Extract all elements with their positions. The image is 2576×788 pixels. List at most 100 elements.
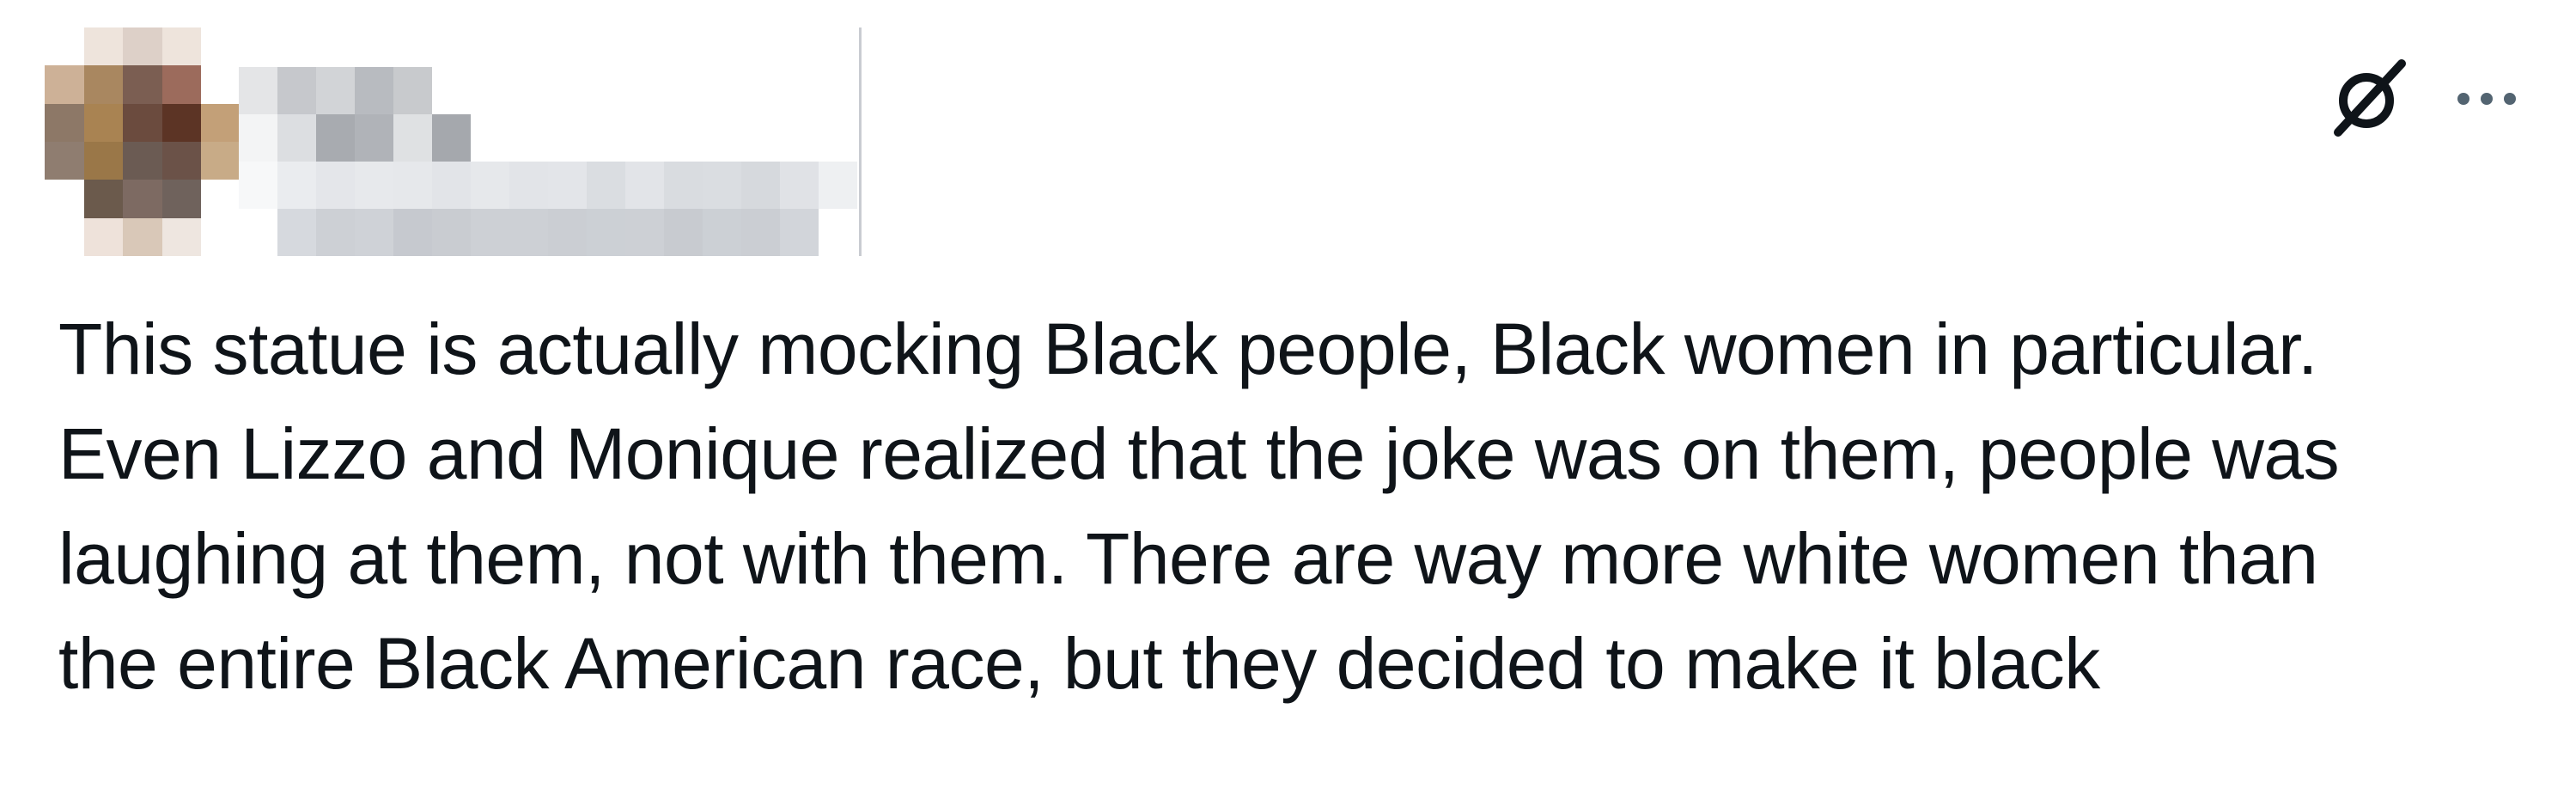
mosaic-cell xyxy=(161,217,202,256)
mosaic-cell xyxy=(355,162,393,209)
mosaic-cell xyxy=(664,209,703,256)
post-text: This statue is actually mocking Black pe… xyxy=(58,296,2549,716)
mosaic-cell xyxy=(471,114,509,162)
mosaic-cell xyxy=(201,217,241,256)
mosaic-cell xyxy=(277,209,316,256)
mosaic-cell xyxy=(83,103,124,142)
post-text-line: the entire Black American race, but they… xyxy=(58,623,2100,704)
mosaic-cell xyxy=(45,141,84,180)
mosaic-cell xyxy=(161,65,202,104)
mosaic-cell xyxy=(45,217,84,256)
mosaic-cell xyxy=(316,114,355,162)
mosaic-cell xyxy=(161,27,202,66)
mosaic-cell xyxy=(625,162,664,209)
mosaic-cell xyxy=(587,209,625,256)
mosaic-cell xyxy=(432,114,471,162)
mosaic-cell xyxy=(548,67,587,114)
mosaic-cell xyxy=(819,67,857,114)
mosaic-cell xyxy=(277,162,316,209)
mosaic-cell xyxy=(780,114,819,162)
mosaic-cell xyxy=(625,67,664,114)
mosaic-cell xyxy=(548,209,587,256)
mosaic-cell xyxy=(45,103,84,142)
mosaic-cell xyxy=(780,209,819,256)
mosaic-cell xyxy=(471,209,509,256)
mosaic-cell xyxy=(780,67,819,114)
mosaic-cell xyxy=(201,27,241,66)
mosaic-cell xyxy=(83,27,124,66)
mosaic-cell xyxy=(83,141,124,180)
mosaic-cell xyxy=(819,114,857,162)
post-text-line: This statue is actually mocking Black pe… xyxy=(58,308,2317,389)
mosaic-cell xyxy=(123,217,162,256)
mosaic-cell xyxy=(83,65,124,104)
more-options-icon[interactable] xyxy=(2448,77,2525,120)
mosaic-cell xyxy=(316,67,355,114)
mosaic-cell xyxy=(587,114,625,162)
mosaic-cell xyxy=(819,209,857,256)
mosaic-cell xyxy=(741,114,780,162)
mosaic-cell xyxy=(625,209,664,256)
mosaic-cell xyxy=(355,67,393,114)
mosaic-cell xyxy=(201,141,241,180)
mosaic-cell xyxy=(277,67,316,114)
mosaic-cell xyxy=(509,67,548,114)
mosaic-cell xyxy=(548,162,587,209)
mosaic-cell xyxy=(316,162,355,209)
divider xyxy=(859,27,862,256)
mosaic-cell xyxy=(201,65,241,104)
post-header xyxy=(0,0,2576,275)
mosaic-cell xyxy=(393,114,432,162)
mosaic-cell xyxy=(45,27,84,66)
mosaic-cell xyxy=(161,141,202,180)
mosaic-cell xyxy=(316,209,355,256)
mosaic-cell xyxy=(509,114,548,162)
mosaic-cell xyxy=(664,114,703,162)
mosaic-cell xyxy=(703,162,741,209)
mosaic-cell xyxy=(741,209,780,256)
mosaic-cell xyxy=(123,27,162,66)
mosaic-cell xyxy=(45,180,84,218)
mosaic-cell xyxy=(587,67,625,114)
mosaic-cell xyxy=(201,180,241,218)
mosaic-cell xyxy=(548,114,587,162)
mosaic-cell xyxy=(703,114,741,162)
mosaic-cell xyxy=(509,162,548,209)
mosaic-cell xyxy=(239,209,277,256)
post-card: This statue is actually mocking Black pe… xyxy=(0,0,2576,788)
mosaic-cell xyxy=(161,103,202,142)
grok-icon[interactable] xyxy=(2319,53,2414,148)
mosaic-cell xyxy=(83,217,124,256)
mosaic-cell xyxy=(239,162,277,209)
mosaic-cell xyxy=(432,209,471,256)
mosaic-cell xyxy=(239,67,277,114)
mosaic-cell xyxy=(471,162,509,209)
post-text-line: Even Lizzo and Monique realized that the… xyxy=(58,413,2340,494)
post-text-line: laughing at them, not with them. There a… xyxy=(58,518,2318,599)
author-identity-censored[interactable] xyxy=(239,67,857,256)
mosaic-cell xyxy=(780,162,819,209)
mosaic-cell xyxy=(123,141,162,180)
mosaic-cell xyxy=(471,67,509,114)
mosaic-cell xyxy=(45,65,84,104)
mosaic-cell xyxy=(587,162,625,209)
mosaic-cell xyxy=(432,67,471,114)
mosaic-cell xyxy=(625,114,664,162)
mosaic-cell xyxy=(123,65,162,104)
mosaic-cell xyxy=(703,209,741,256)
mosaic-cell xyxy=(509,209,548,256)
mosaic-cell xyxy=(393,67,432,114)
avatar[interactable] xyxy=(45,27,241,256)
mosaic-cell xyxy=(239,114,277,162)
mosaic-cell xyxy=(355,114,393,162)
mosaic-cell xyxy=(277,114,316,162)
mosaic-cell xyxy=(355,209,393,256)
mosaic-cell xyxy=(393,162,432,209)
mosaic-cell xyxy=(703,67,741,114)
mosaic-cell xyxy=(819,162,857,209)
mosaic-cell xyxy=(201,103,241,142)
mosaic-cell xyxy=(741,162,780,209)
mosaic-cell xyxy=(83,180,124,218)
mosaic-cell xyxy=(664,162,703,209)
mosaic-cell xyxy=(123,180,162,218)
